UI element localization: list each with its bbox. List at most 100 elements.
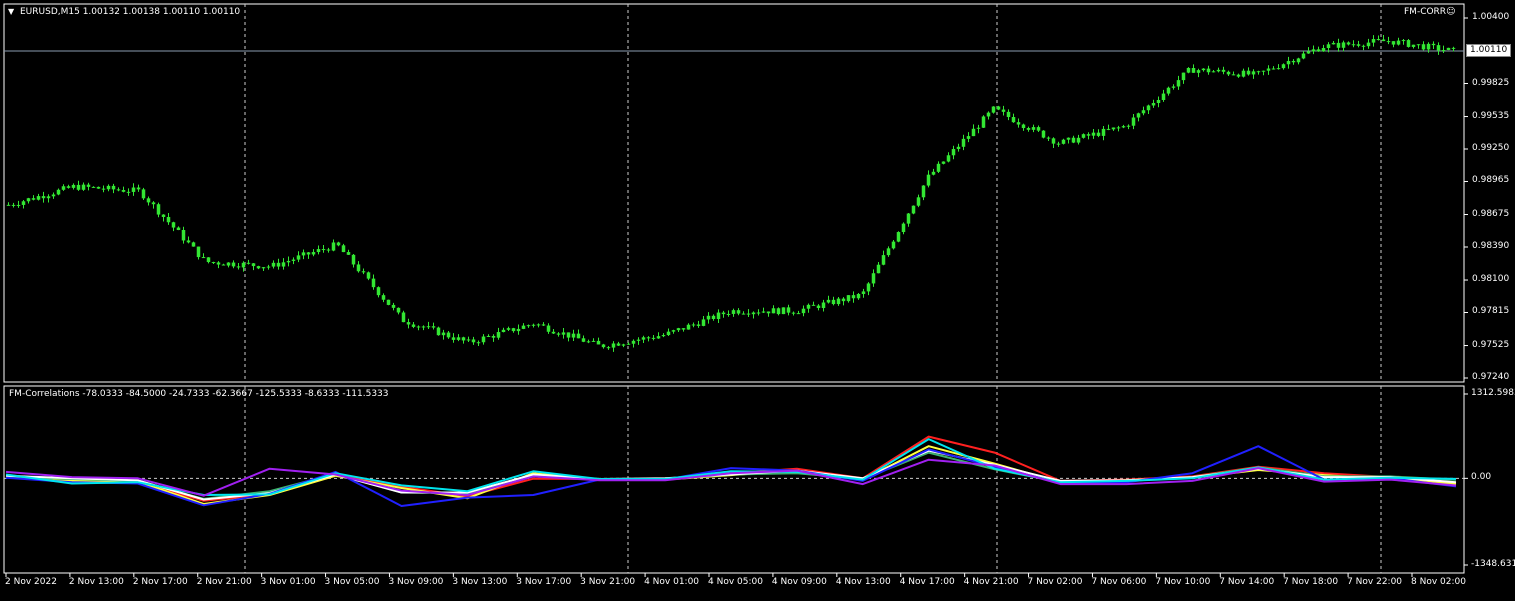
candle-body xyxy=(1431,43,1436,46)
candle-body xyxy=(86,184,91,187)
candle-body xyxy=(466,339,471,341)
candle-body xyxy=(411,324,416,327)
candle-body xyxy=(1016,122,1021,125)
candle-body xyxy=(91,186,96,188)
candle-body xyxy=(51,194,56,197)
price-tick-label: 0.97525 xyxy=(1472,339,1510,350)
candle-body xyxy=(921,185,926,198)
candle-body xyxy=(521,325,526,329)
candle-body xyxy=(1081,134,1086,138)
price-tick-label: 0.98390 xyxy=(1472,240,1510,251)
candle-body xyxy=(756,312,761,314)
candle-body xyxy=(1371,39,1376,43)
candle-body xyxy=(826,299,831,303)
candle-body xyxy=(366,272,371,279)
candle-body xyxy=(906,213,911,224)
candle-body xyxy=(1291,60,1296,63)
candle-body xyxy=(911,205,916,214)
candle-body xyxy=(996,106,1001,110)
candle-body xyxy=(481,336,486,343)
candle-body xyxy=(401,312,406,323)
time-axis-label: 7 Nov 06:00 xyxy=(1091,577,1147,587)
candle-body xyxy=(936,163,941,172)
candle-body xyxy=(31,198,36,200)
candle-body xyxy=(201,257,206,259)
candle-body xyxy=(1181,72,1186,81)
correlation-series-4 xyxy=(5,449,1457,501)
candle-body xyxy=(526,325,531,327)
candle-body xyxy=(1066,137,1071,140)
candle-body xyxy=(1151,103,1156,106)
price-tick-label: 0.97815 xyxy=(1472,306,1510,317)
candle-body xyxy=(1436,45,1441,51)
sub-tick-label: 1312.5983 xyxy=(1471,388,1515,398)
chart-canvas[interactable] xyxy=(0,0,1515,597)
candle-body xyxy=(1301,53,1306,59)
dropdown-arrow-icon[interactable]: ▼ xyxy=(8,7,14,16)
candle-body xyxy=(776,308,781,315)
candle-body xyxy=(496,332,501,338)
candle-body xyxy=(376,287,381,296)
candle-body xyxy=(396,307,401,313)
candle-body xyxy=(1231,74,1236,76)
sub-tick-label: -1348.6311 xyxy=(1471,559,1515,569)
candle-body xyxy=(636,339,641,341)
candle-body xyxy=(1381,39,1386,42)
candle-body xyxy=(216,262,221,265)
candle-body xyxy=(1341,42,1346,48)
candle-body xyxy=(841,298,846,302)
candle-body xyxy=(926,174,931,186)
candle-body xyxy=(941,161,946,164)
price-tick-label: 0.98675 xyxy=(1472,208,1510,219)
candle-body xyxy=(881,255,886,265)
candle-body xyxy=(1346,42,1351,45)
candle-body xyxy=(986,112,991,117)
candle-body xyxy=(751,312,756,315)
candle-body xyxy=(721,312,726,315)
candle-body xyxy=(861,291,866,294)
candle-body xyxy=(276,262,281,267)
candle-body xyxy=(391,304,396,308)
candle-body xyxy=(1126,125,1131,127)
candle-body xyxy=(1166,87,1171,94)
candle-body xyxy=(696,324,701,326)
indicator-badge[interactable]: FM-CORR☺ xyxy=(1404,7,1455,17)
subwindow-title: FM-Correlations -78.0333 -84.5000 -24.73… xyxy=(9,389,389,399)
candle-body xyxy=(701,319,706,326)
chart-window[interactable]: EURUSD,M15 1.00132 1.00138 1.00110 1.001… xyxy=(0,0,1515,597)
time-axis-label: 4 Nov 05:00 xyxy=(708,577,763,587)
price-tick-label: 0.99825 xyxy=(1472,77,1510,88)
candle-body xyxy=(546,325,551,332)
candle-body xyxy=(316,249,321,253)
price-tick-label: 1.00400 xyxy=(1472,12,1510,22)
candle-body xyxy=(146,198,151,203)
candle-body xyxy=(101,188,106,190)
candle-body xyxy=(1306,51,1311,54)
candle-body xyxy=(741,313,746,315)
time-axis-label: 2 Nov 17:00 xyxy=(132,577,188,587)
candle-body xyxy=(1046,137,1051,139)
candle-body xyxy=(1331,42,1336,45)
candle-body xyxy=(536,324,541,326)
price-tick-label: 0.98100 xyxy=(1472,274,1510,285)
candle-body xyxy=(1221,69,1226,72)
candle-body xyxy=(196,246,201,258)
candle-body xyxy=(621,344,626,346)
candle-body xyxy=(56,189,61,195)
candle-body xyxy=(1401,40,1406,42)
current-price-tag: 1.00110 xyxy=(1466,44,1512,57)
candle-body xyxy=(1246,70,1251,75)
candle-body xyxy=(1351,44,1356,46)
candle-body xyxy=(671,330,676,332)
candle-body xyxy=(606,347,611,349)
candle-body xyxy=(1006,111,1011,118)
candle-body xyxy=(291,259,296,261)
candle-body xyxy=(796,313,801,315)
time-axis-label: 3 Nov 21:00 xyxy=(580,577,636,587)
candle-body xyxy=(886,248,891,256)
candle-body xyxy=(856,293,861,299)
candle-body xyxy=(1031,127,1036,130)
candle-body xyxy=(1131,117,1136,126)
candle-body xyxy=(1186,67,1191,73)
candle-body xyxy=(591,340,596,342)
